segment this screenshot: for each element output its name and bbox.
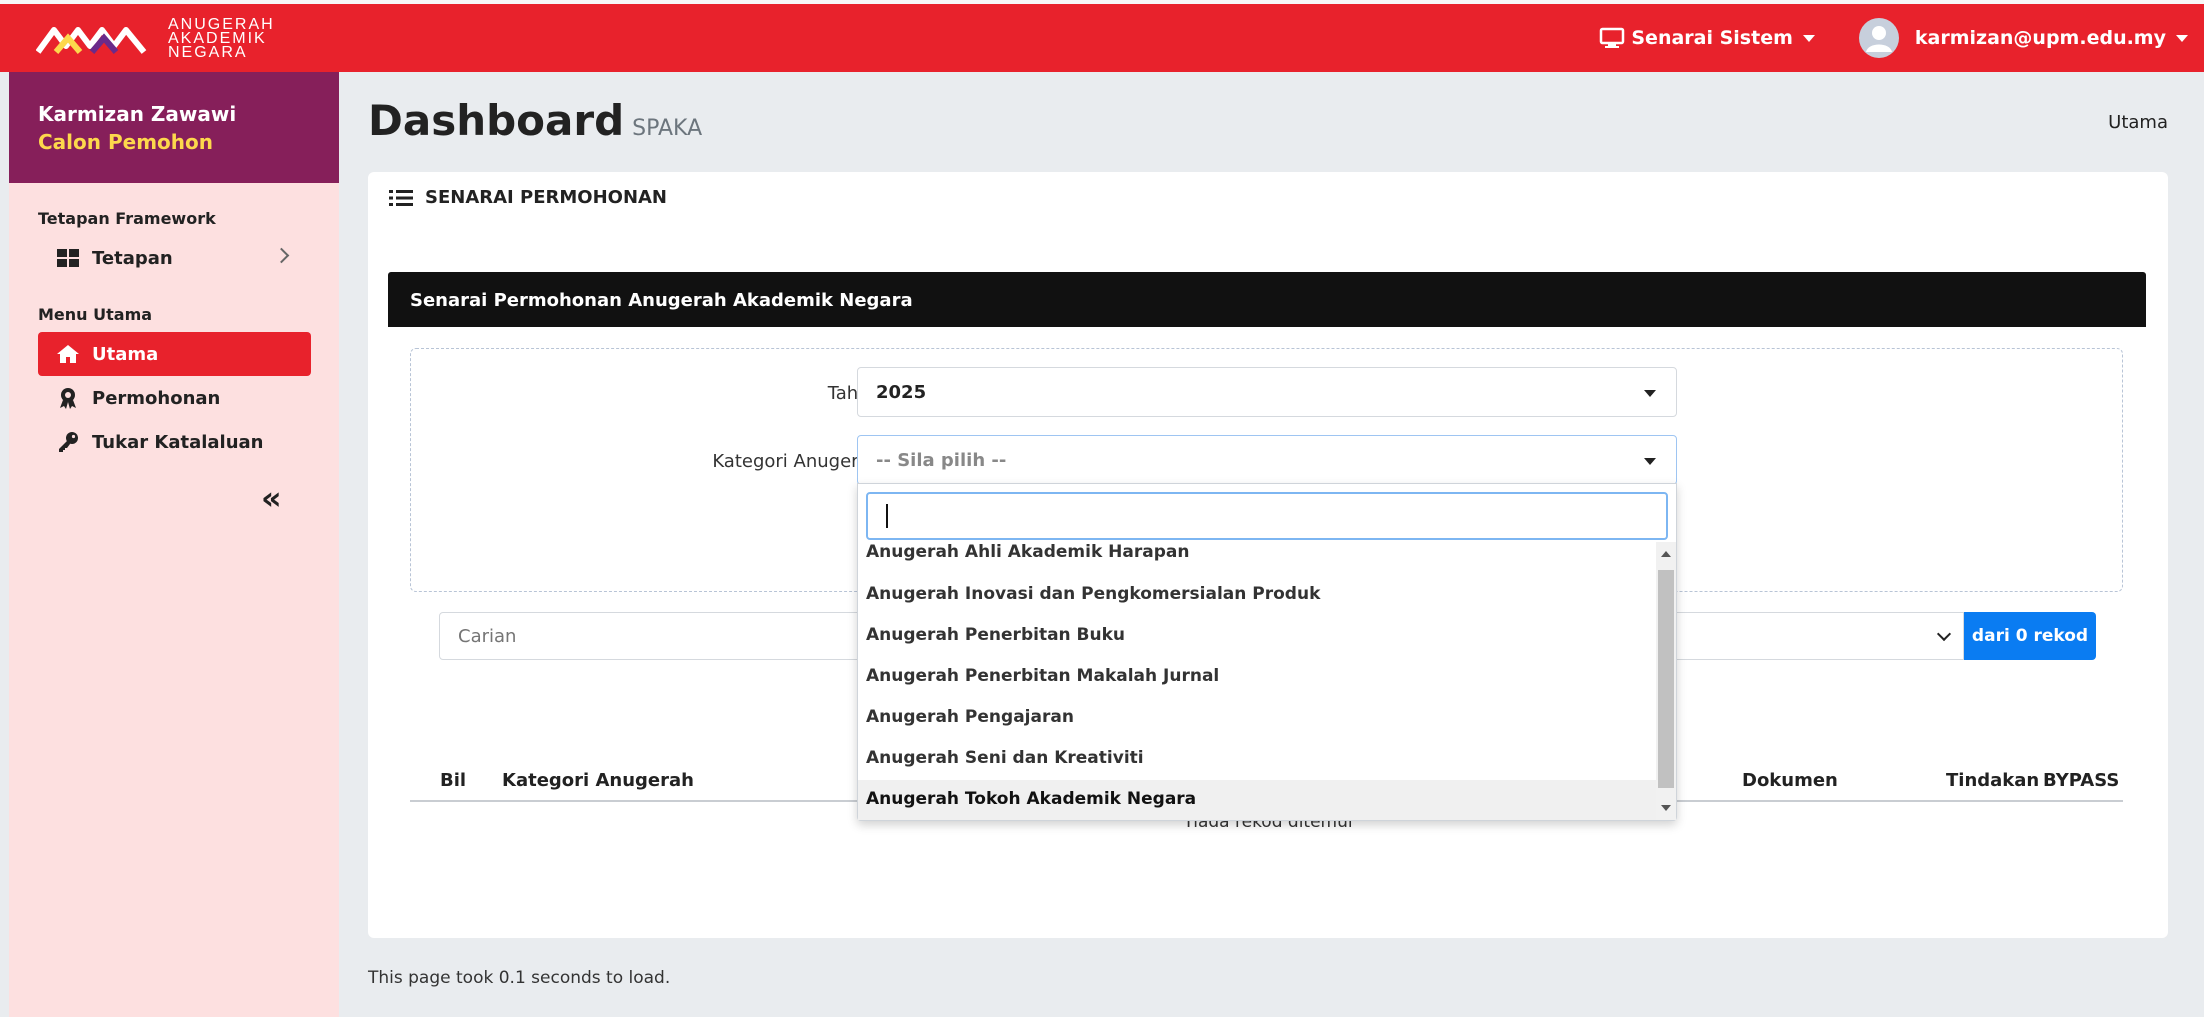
sidebar-item-tetapan[interactable]: Tetapan (38, 236, 311, 280)
year-value: 2025 (876, 381, 927, 403)
key-icon (56, 431, 80, 453)
page-length-select[interactable]: 10 (1587, 612, 1964, 660)
home-icon (56, 343, 80, 365)
chevron-right-icon (273, 247, 290, 264)
top-navbar: ANUGERAH AKADEMIK NEGARA Senarai Sistem … (0, 0, 2204, 72)
section-label-main: Menu Utama (38, 305, 153, 324)
chevron-down-icon (1802, 34, 1815, 42)
list-icon (389, 189, 413, 206)
dropdown-search-input[interactable] (866, 492, 1668, 540)
column-header[interactable]: BYPASS (2043, 770, 2119, 791)
year-select[interactable]: 2025 (857, 367, 1677, 417)
chevron-down-icon (2176, 34, 2188, 42)
category-label: Kategori Anugerah (712, 451, 881, 472)
text-cursor (886, 504, 888, 528)
sidebar-item-label: Utama (92, 343, 159, 365)
page-subtitle: SPAKA (632, 116, 703, 141)
grid-icon (56, 247, 80, 269)
brand-logo[interactable]: ANUGERAH AKADEMIK NEGARA (36, 16, 275, 61)
dropdown-option-highlighted[interactable]: Anugerah Tokoh Akademik Negara (858, 780, 1656, 820)
column-header[interactable]: Tindakan (1946, 770, 2039, 791)
system-list-menu[interactable]: Senarai Sistem (1599, 27, 1815, 49)
sidebar-item-label: Tetapan (92, 247, 173, 269)
sidebar: Karmizan Zawawi Calon Pemohon Tetapan Fr… (9, 72, 339, 1017)
user-name: Karmizan Zawawi (38, 102, 237, 126)
user-role: Calon Pemohon (38, 130, 213, 154)
sidebar-item-label: Permohonan (92, 387, 221, 409)
system-list-label: Senarai Sistem (1631, 27, 1793, 49)
scroll-down-icon[interactable] (1661, 805, 1671, 811)
user-avatar-icon (1858, 18, 1899, 58)
user-menu[interactable]: karmizan@upm.edu.my (1858, 18, 2188, 58)
card-title: SENARAI PERMOHONAN (425, 187, 667, 208)
chevron-down-icon (1936, 626, 1952, 642)
sidebar-item-tukar-katalaluan[interactable]: Tukar Katalaluan (38, 420, 311, 464)
year-label: Tahun (827, 383, 881, 404)
category-dropdown: Anugerah Ahli Akademik Harapan Anugerah … (857, 483, 1677, 821)
breadcrumb[interactable]: Utama (2108, 112, 2168, 133)
scroll-up-icon[interactable] (1661, 551, 1671, 557)
user-email: karmizan@upm.edu.my (1914, 27, 2166, 49)
dropdown-option[interactable]: Anugerah Penerbitan Buku (858, 616, 1656, 657)
column-header[interactable]: Kategori Anugerah (502, 770, 694, 791)
panel-title: Senarai Permohonan Anugerah Akademik Neg… (388, 272, 2146, 327)
category-select[interactable]: -- Sila pilih -- (857, 435, 1677, 485)
sidebar-item-permohonan[interactable]: Permohonan (38, 376, 311, 420)
scrollbar-thumb[interactable] (1658, 570, 1674, 788)
monitor-icon (1600, 27, 1625, 48)
caret-down-icon (1644, 390, 1656, 397)
user-panel: Karmizan Zawawi Calon Pemohon (9, 72, 339, 183)
column-header[interactable]: Dokumen (1742, 770, 1838, 791)
dropdown-option[interactable]: Anugerah Seni dan Kreativiti (858, 739, 1656, 780)
collapse-sidebar-button[interactable]: « (261, 482, 282, 514)
dropdown-option[interactable]: Anugerah Penerbitan Makalah Jurnal (858, 657, 1656, 698)
dropdown-option[interactable]: Anugerah Ahli Akademik Harapan (858, 542, 1656, 575)
dropdown-options: Anugerah Ahli Akademik Harapan Anugerah … (858, 542, 1656, 820)
card-header: SENARAI PERMOHONAN (389, 187, 667, 208)
page-title-text: Dashboard (368, 96, 625, 145)
page-title: Dashboard SPAKA (368, 96, 702, 145)
logo-mark-icon (36, 27, 147, 54)
sidebar-item-utama[interactable]: Utama (38, 332, 311, 376)
logo-text: ANUGERAH AKADEMIK NEGARA (168, 16, 275, 61)
sidebar-item-label: Tukar Katalaluan (92, 431, 264, 453)
category-placeholder: -- Sila pilih -- (876, 449, 1007, 471)
dropdown-scrollbar[interactable] (1656, 542, 1676, 820)
dropdown-option[interactable]: Anugerah Inovasi dan Pengkomersialan Pro… (858, 575, 1656, 616)
page-load-text: This page took 0.1 seconds to load. (368, 968, 671, 988)
award-icon (56, 387, 80, 409)
caret-down-icon (1644, 458, 1656, 465)
section-label-framework: Tetapan Framework (38, 209, 216, 228)
dropdown-option[interactable]: Anugerah Pengajaran (858, 698, 1656, 739)
column-header[interactable]: Bil (440, 770, 466, 791)
record-count-button[interactable]: dari 0 rekod (1964, 612, 2096, 660)
